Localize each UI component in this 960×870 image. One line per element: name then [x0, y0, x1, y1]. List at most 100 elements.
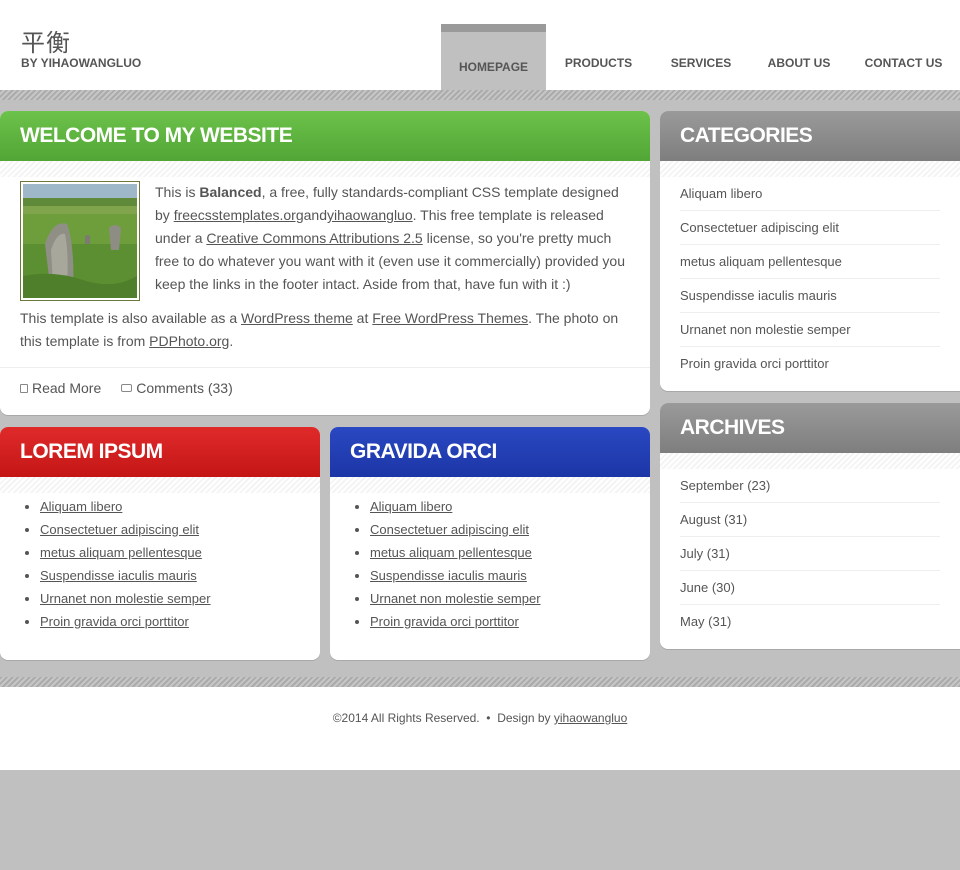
archive-item: September (23) — [680, 469, 940, 503]
category-link[interactable]: Aliquam libero — [680, 186, 762, 201]
list-link[interactable]: Suspendisse iaculis mauris — [370, 568, 527, 583]
brand-bold: Balanced — [199, 184, 262, 200]
footer-text: ©2014 All Rights Reserved. • Design by y… — [0, 711, 960, 725]
copyright-text: ©2014 All Rights Reserved. — [332, 711, 480, 725]
archive-count: (31) — [703, 546, 730, 561]
categories-list: Aliquam libero Consectetuer adipiscing e… — [660, 177, 960, 381]
gravida-orci-list: Aliquam libero Consectetuer adipiscing e… — [330, 493, 650, 633]
nav-services[interactable]: SERVICES — [651, 24, 751, 90]
archive-item: June (30) — [680, 571, 940, 605]
list-link[interactable]: Proin gravida orci porttitor — [40, 614, 189, 629]
main-nav: HOMEPAGE PRODUCTS SERVICES ABOUT US CONT… — [441, 24, 960, 90]
list-item: Proin gravida orci porttitor — [40, 610, 300, 633]
list-item: Aliquam libero — [370, 495, 630, 518]
document-icon — [20, 383, 28, 393]
head-stripe — [330, 477, 650, 493]
photo-image — [23, 184, 137, 298]
archive-item: July (31) — [680, 537, 940, 571]
archive-link[interactable]: May — [680, 614, 705, 629]
categories-title: CATEGORIES — [660, 111, 960, 161]
standing-stones-photo — [20, 181, 140, 301]
head-stripe — [0, 477, 320, 493]
lorem-ipsum-list: Aliquam libero Consectetuer adipiscing e… — [0, 493, 320, 633]
list-link[interactable]: Consectetuer adipiscing elit — [40, 522, 199, 537]
list-link[interactable]: Aliquam libero — [40, 499, 122, 514]
read-more-link[interactable]: Read More — [20, 380, 101, 396]
list-link[interactable]: metus aliquam pellentesque — [40, 545, 202, 560]
list-item: Aliquam libero — [40, 495, 300, 518]
category-item: metus aliquam pellentesque — [680, 245, 940, 279]
link-free-wordpress-themes[interactable]: Free WordPress Themes — [372, 310, 528, 326]
category-item: Aliquam libero — [680, 177, 940, 211]
list-item: Urnanet non molestie semper — [40, 587, 300, 610]
gravida-orci-box: GRAVIDA ORCI Aliquam libero Consectetuer… — [330, 427, 650, 660]
archive-count: (23) — [743, 478, 771, 493]
lorem-ipsum-title: LOREM IPSUM — [0, 427, 320, 477]
link-freecsstemplates[interactable]: freecsstemplates.org — [174, 207, 304, 223]
nav-homepage[interactable]: HOMEPAGE — [441, 24, 546, 90]
list-link[interactable]: Consectetuer adipiscing elit — [370, 522, 529, 537]
category-link[interactable]: metus aliquam pellentesque — [680, 254, 842, 269]
head-stripe — [0, 161, 650, 177]
logo-subtitle: BY YIHAOWANGLUO — [21, 56, 142, 70]
category-link[interactable]: Urnanet non molestie semper — [680, 322, 851, 337]
design-by-text: Design by — [497, 711, 554, 725]
comments-link[interactable]: Comments (33) — [121, 380, 233, 396]
list-item: Proin gravida orci porttitor — [370, 610, 630, 633]
nav-contact-us[interactable]: CONTACT US — [847, 24, 960, 90]
site-header: 平衡 BY YIHAOWANGLUO HOMEPAGE PRODUCTS SER… — [0, 0, 960, 90]
category-item: Consectetuer adipiscing elit — [680, 211, 940, 245]
link-wordpress-theme[interactable]: WordPress theme — [241, 310, 353, 326]
site-footer: ©2014 All Rights Reserved. • Design by y… — [0, 687, 960, 770]
welcome-box: WELCOME TO MY WEBSITE This is Balanced, … — [0, 111, 650, 415]
archive-link[interactable]: August — [680, 512, 720, 527]
footer-stripe — [0, 677, 960, 687]
category-item: Urnanet non molestie semper — [680, 313, 940, 347]
comment-icon — [121, 384, 133, 392]
list-link[interactable]: Aliquam libero — [370, 499, 452, 514]
welcome-paragraph-2: This template is also available as a Wor… — [20, 307, 630, 353]
list-link[interactable]: Proin gravida orci porttitor — [370, 614, 519, 629]
text: This template is also available as a — [20, 310, 241, 326]
link-creative-commons[interactable]: Creative Commons Attributions 2.5 — [206, 230, 422, 246]
header-stripe — [0, 90, 960, 100]
link-yihaowangluo[interactable]: yihaowangluo — [327, 207, 413, 223]
categories-box: CATEGORIES Aliquam libero Consectetuer a… — [660, 111, 960, 391]
head-stripe — [660, 453, 960, 469]
list-link[interactable]: metus aliquam pellentesque — [370, 545, 532, 560]
welcome-content: This is Balanced, a free, fully standard… — [0, 177, 650, 353]
archive-link[interactable]: September — [680, 478, 744, 493]
gravida-orci-title: GRAVIDA ORCI — [330, 427, 650, 477]
archive-item: May (31) — [680, 605, 940, 639]
list-link[interactable]: Urnanet non molestie semper — [40, 591, 211, 606]
post-meta: Read More Comments (33) — [0, 367, 650, 396]
welcome-title: WELCOME TO MY WEBSITE — [0, 111, 650, 161]
list-link[interactable]: Urnanet non molestie semper — [370, 591, 541, 606]
text: . — [229, 333, 234, 349]
separator: • — [479, 711, 498, 725]
archive-link[interactable]: July — [680, 546, 703, 561]
category-link[interactable]: Proin gravida orci porttitor — [680, 356, 829, 371]
list-item: Consectetuer adipiscing elit — [40, 518, 300, 541]
category-link[interactable]: Suspendisse iaculis mauris — [680, 288, 837, 303]
list-item: metus aliquam pellentesque — [370, 541, 630, 564]
head-stripe — [660, 161, 960, 177]
list-link[interactable]: Suspendisse iaculis mauris — [40, 568, 197, 583]
archives-list: September (23) August (31) July (31) Jun… — [660, 469, 960, 639]
comments-label: Comments (33) — [136, 380, 233, 396]
category-link[interactable]: Consectetuer adipiscing elit — [680, 220, 839, 235]
nav-products[interactable]: PRODUCTS — [546, 24, 651, 90]
list-item: Urnanet non molestie semper — [370, 587, 630, 610]
list-item: Suspendisse iaculis mauris — [40, 564, 300, 587]
archive-count: (31) — [704, 614, 732, 629]
designer-link[interactable]: yihaowangluo — [554, 711, 627, 725]
read-more-label: Read More — [32, 380, 102, 396]
lorem-ipsum-box: LOREM IPSUM Aliquam libero Consectetuer … — [0, 427, 320, 660]
nav-about-us[interactable]: ABOUT US — [751, 24, 847, 90]
archive-link[interactable]: June — [680, 580, 708, 595]
link-pdphoto[interactable]: PDPhoto.org — [149, 333, 229, 349]
list-item: Consectetuer adipiscing elit — [370, 518, 630, 541]
archives-box: ARCHIVES September (23) August (31) July… — [660, 403, 960, 649]
logo-title[interactable]: 平衡 — [21, 23, 71, 58]
archive-item: August (31) — [680, 503, 940, 537]
